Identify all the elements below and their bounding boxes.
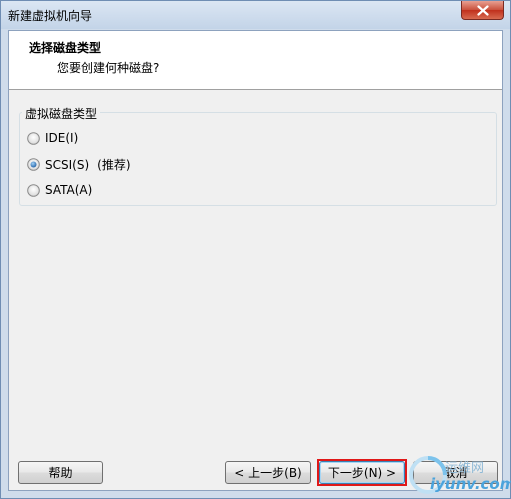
recommended-note: (推荐) [97,158,131,172]
cancel-button[interactable]: 取消 [413,461,498,484]
page-title: 选择磁盘类型 [29,41,102,55]
radio-checked-icon[interactable] [27,158,40,171]
back-button[interactable]: < 上一步(B) [225,461,311,484]
help-button[interactable]: 帮助 [18,461,103,484]
close-icon [476,4,489,16]
page-subtitle: 您要创建何种磁盘? [57,61,160,75]
radio-ide-label[interactable]: IDE(I) [45,131,78,145]
close-button[interactable] [461,1,504,20]
window-title: 新建虚拟机向导 [8,9,93,23]
radio-sata[interactable]: SATA(A) [27,183,92,197]
radio-scsi-label[interactable]: SCSI(S) [45,158,89,172]
radio-unchecked-icon[interactable] [27,131,40,145]
wizard-header: 选择磁盘类型 您要创建何种磁盘? [9,31,502,90]
radio-unchecked-icon[interactable] [27,183,40,197]
radio-sata-label[interactable]: SATA(A) [45,183,92,197]
next-button[interactable]: 下一步(N) > [319,461,405,484]
radio-scsi[interactable]: SCSI(S) (推荐) [27,156,131,173]
disk-type-group-label: 虚拟磁盘类型 [22,105,101,122]
title-bar[interactable]: 新建虚拟机向导 [1,1,510,29]
wizard-client-area: 选择磁盘类型 您要创建何种磁盘? 虚拟磁盘类型 IDE(I) SCSI(S) (… [8,30,503,491]
radio-ide[interactable]: IDE(I) [27,131,78,145]
wizard-window: 新建虚拟机向导 选择磁盘类型 您要创建何种磁盘? 虚拟磁盘类型 IDE(I) S… [0,0,511,499]
